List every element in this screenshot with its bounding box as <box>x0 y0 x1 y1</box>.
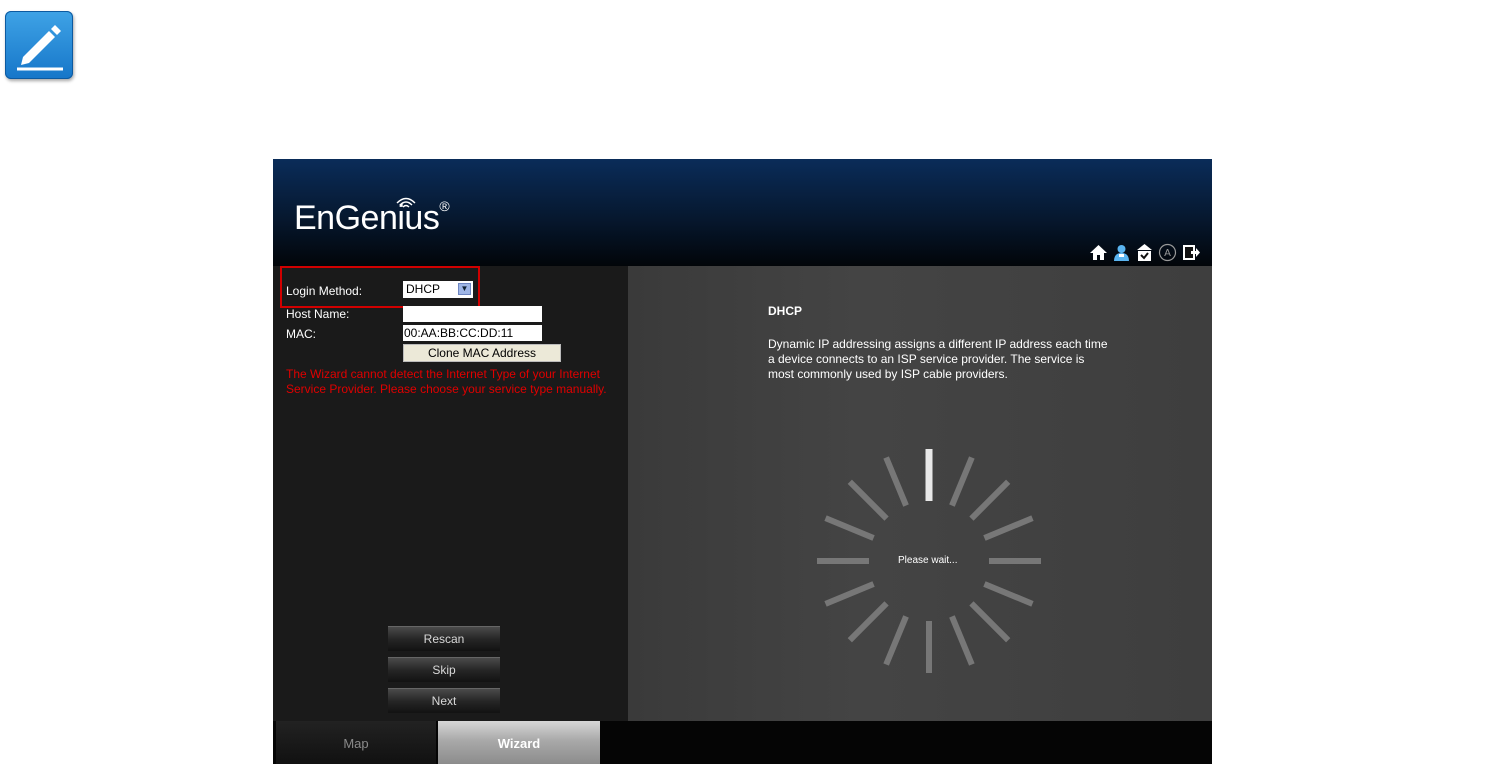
spinner-spoke <box>883 615 909 666</box>
info-title: DHCP <box>768 304 803 318</box>
spinner-spoke <box>883 456 909 507</box>
info-description: Dynamic IP addressing assigns a differen… <box>768 337 1108 381</box>
svg-text:A: A <box>1164 248 1171 259</box>
host-name-label: Host Name: <box>286 307 350 321</box>
logo-registered-mark: ® <box>439 197 450 214</box>
edit-note-icon <box>5 11 73 79</box>
host-name-field[interactable] <box>403 306 542 322</box>
spinner-spoke <box>824 581 875 607</box>
login-method-select[interactable]: DHCP ▼ <box>403 281 473 298</box>
login-method-label: Login Method: <box>286 284 363 298</box>
wifi-logo-icon <box>396 197 416 208</box>
bottom-tab-bar: Map Wizard <box>273 721 1212 764</box>
router-admin-window: EnGenius® A Login Method: DHCP ▼ Host Na… <box>273 159 1212 764</box>
spinner-spoke <box>949 456 975 507</box>
header: EnGenius® A <box>273 159 1212 266</box>
login-method-value: DHCP <box>406 282 441 296</box>
engenius-logo: EnGenius® <box>294 197 450 238</box>
spinner-spoke <box>949 615 975 666</box>
firmware-icon[interactable] <box>1135 243 1154 262</box>
mac-field[interactable]: 00:AA:BB:CC:DD:11 <box>403 325 542 341</box>
chevron-down-icon[interactable]: ▼ <box>458 283 471 295</box>
please-wait-text: Please wait... <box>898 555 958 566</box>
lock-icon[interactable]: A <box>1158 243 1177 262</box>
next-button[interactable]: Next <box>388 688 500 713</box>
tab-wizard[interactable]: Wizard <box>438 721 600 764</box>
mac-label: MAC: <box>286 327 316 341</box>
spinner-spoke <box>847 601 889 643</box>
spinner-spoke <box>983 581 1034 607</box>
spinner-spoke <box>969 479 1011 521</box>
rescan-button[interactable]: Rescan <box>388 626 500 651</box>
wizard-form-panel: Login Method: DHCP ▼ Host Name: MAC: 00:… <box>273 266 628 721</box>
header-icon-bar: A <box>1089 243 1200 262</box>
tab-map[interactable]: Map <box>276 721 436 764</box>
home-icon[interactable] <box>1089 243 1108 262</box>
spinner-spoke <box>983 515 1034 541</box>
spinner-spoke <box>969 601 1011 643</box>
user-icon[interactable] <box>1112 243 1131 262</box>
spinner-spoke <box>847 479 889 521</box>
spinner-spoke <box>824 515 875 541</box>
clone-mac-button[interactable]: Clone MAC Address <box>403 344 561 362</box>
logout-icon[interactable] <box>1181 243 1200 262</box>
detection-warning: The Wizard cannot detect the Internet Ty… <box>286 367 607 396</box>
skip-button[interactable]: Skip <box>388 657 500 682</box>
info-panel: DHCP Dynamic IP addressing assigns a dif… <box>628 266 1212 721</box>
